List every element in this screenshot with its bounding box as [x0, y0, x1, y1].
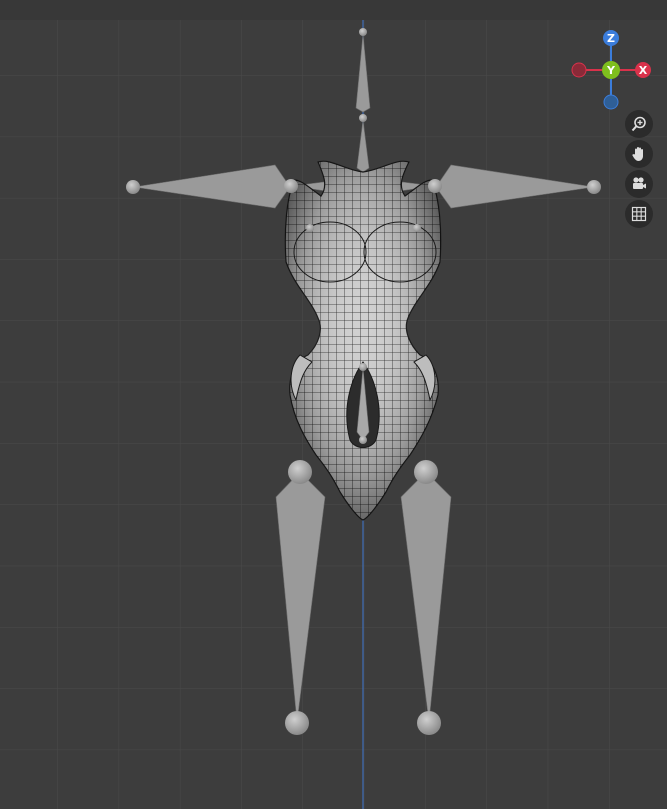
- gizmo-neg-z-axis[interactable]: [603, 94, 619, 110]
- gizmo-z-axis[interactable]: Z: [603, 30, 619, 46]
- gizmo-y-axis[interactable]: Y: [602, 61, 620, 79]
- joint-shoulder-right[interactable]: [284, 179, 298, 193]
- hand-icon: [632, 147, 643, 161]
- joint-shoulder-left[interactable]: [428, 179, 442, 193]
- camera-button[interactable]: [625, 170, 653, 198]
- joint-chest-right[interactable]: [306, 224, 314, 232]
- pan-button[interactable]: [625, 140, 653, 168]
- svg-text:X: X: [639, 64, 648, 77]
- joint-neck[interactable]: [359, 114, 367, 122]
- joint-spine-bottom[interactable]: [359, 436, 367, 444]
- magnifier-plus-icon: [631, 116, 646, 132]
- joint-chest-left[interactable]: [413, 224, 421, 232]
- joint-spine-top[interactable]: [359, 363, 367, 371]
- gizmo-neg-x-axis[interactable]: [571, 62, 587, 78]
- grid-toggle-button[interactable]: [625, 200, 653, 228]
- joint-hip-left[interactable]: [414, 460, 438, 484]
- joint-head-tip[interactable]: [359, 28, 367, 36]
- joint-hand-right[interactable]: [126, 180, 140, 194]
- joint-hand-left[interactable]: [587, 180, 601, 194]
- grid-icon: [631, 206, 647, 222]
- gizmo-x-axis[interactable]: X: [635, 62, 651, 78]
- joint-hip-right[interactable]: [288, 460, 312, 484]
- joint-foot-right[interactable]: [285, 711, 309, 735]
- camera-icon: [633, 177, 646, 189]
- svg-text:Z: Z: [607, 32, 615, 45]
- joint-foot-left[interactable]: [417, 711, 441, 735]
- 3d-viewport[interactable]: Z X Y: [0, 0, 667, 809]
- navigation-gizmo[interactable]: Z X Y: [566, 26, 656, 116]
- viewport-canvas[interactable]: [0, 0, 667, 809]
- zoom-button[interactable]: [625, 110, 653, 138]
- svg-text:Y: Y: [606, 64, 616, 77]
